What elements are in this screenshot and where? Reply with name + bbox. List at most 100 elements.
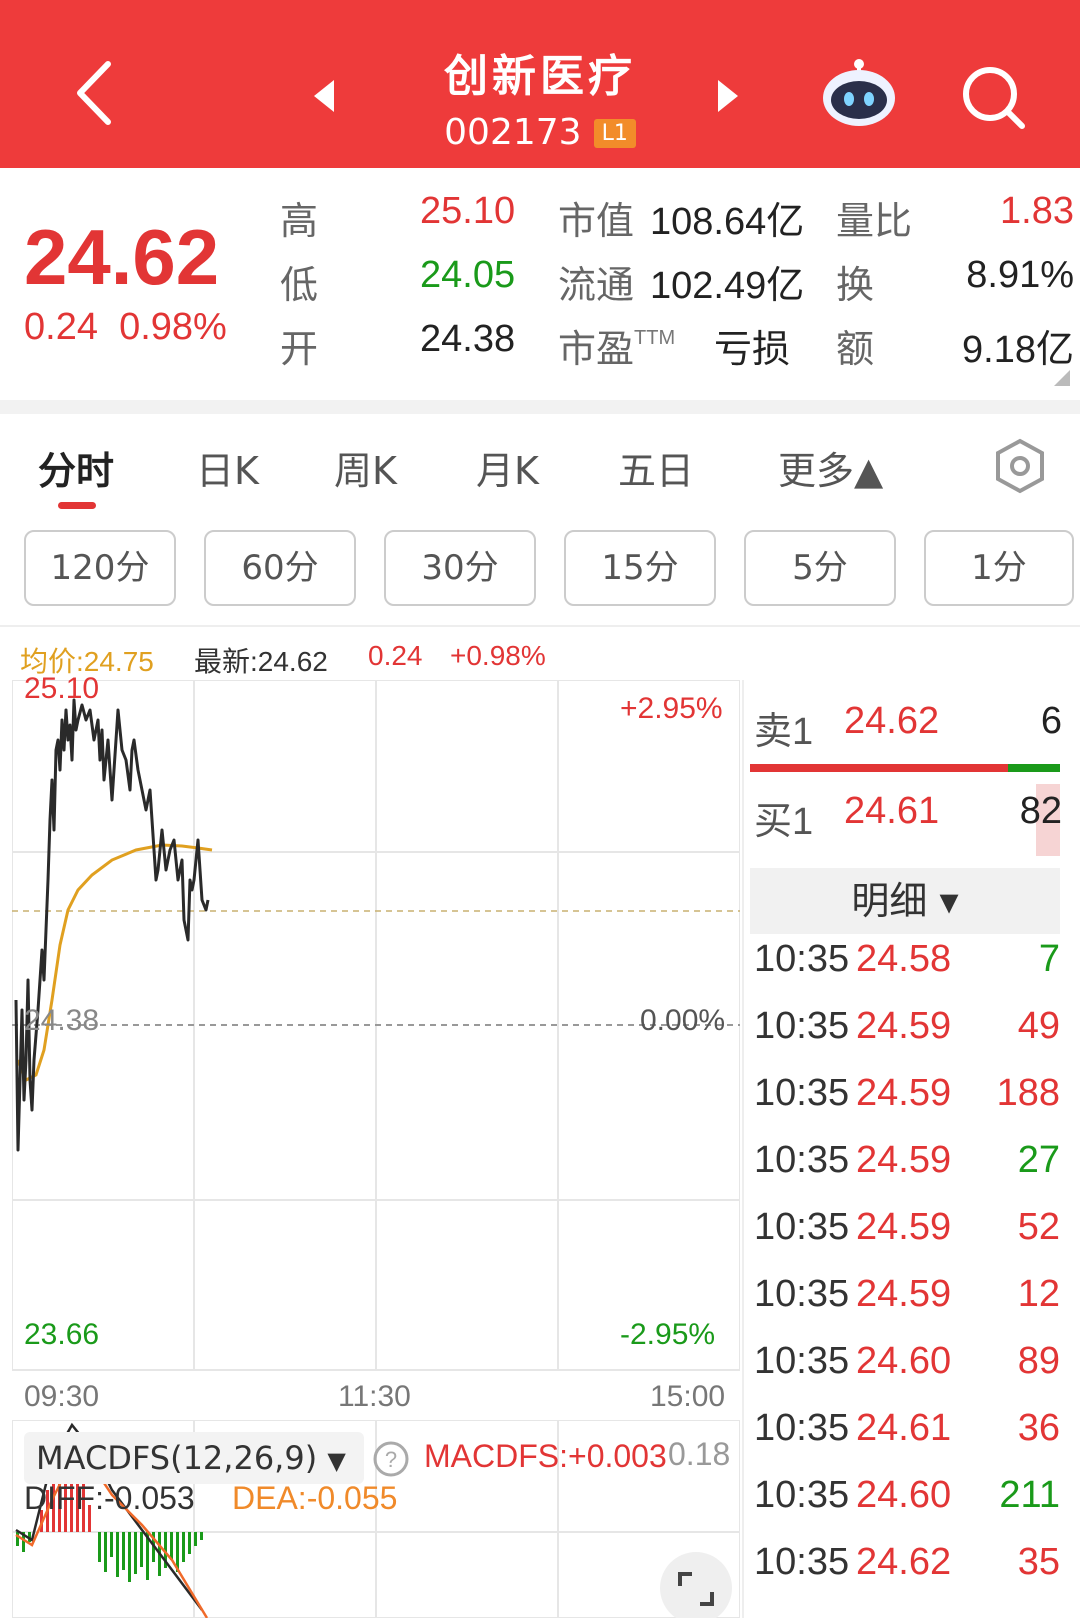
tab-weekly-k[interactable]: 周K — [334, 440, 397, 495]
mktcap-label: 市值 — [558, 201, 635, 243]
chart-high-label: 25.10 — [24, 672, 100, 705]
divider — [0, 400, 1080, 414]
macd-axis-top: 0.18 — [668, 1436, 731, 1472]
tab-intraday[interactable]: 分时 — [38, 440, 114, 495]
tick-row: 10:35 24.59 12 — [754, 1273, 1060, 1339]
high-label: 高 — [280, 201, 319, 243]
question-icon[interactable]: ? — [372, 1440, 410, 1478]
tick-price: 24.58 — [856, 938, 952, 980]
open-label: 开 — [280, 329, 319, 371]
settings-hexagon-icon[interactable] — [994, 438, 1046, 494]
macdfs-value: MACDFS:+0.003 — [424, 1438, 667, 1474]
sell1-volume: 6 — [1040, 700, 1062, 742]
time-label-open: 09:30 — [24, 1380, 100, 1413]
tick-price: 24.60 — [856, 1340, 952, 1382]
tick-row: 10:35 24.60 89 — [754, 1340, 1060, 1406]
mktcap-value: 108.64亿 — [650, 201, 805, 243]
chart-change-pct: +0.98% — [450, 640, 546, 671]
tick-time: 10:35 — [754, 1206, 850, 1248]
turnover-label: 换 — [836, 265, 875, 307]
fullscreen-button[interactable] — [660, 1552, 732, 1618]
expand-corner-icon[interactable] — [1054, 370, 1070, 386]
sell1-label: 卖1 — [754, 711, 814, 753]
tick-time: 10:35 — [754, 938, 850, 980]
macd-indicator-select[interactable]: MACDFS(12,26,9) ▼ — [24, 1432, 364, 1484]
chart-top-pct-label: +2.95% — [620, 692, 723, 725]
tick-row: 10:35 24.61 36 — [754, 1407, 1060, 1473]
pe-label-text: 市盈 — [558, 329, 635, 371]
open-value: 24.38 — [420, 318, 516, 360]
tick-volume: 211 — [999, 1474, 1060, 1516]
tick-volume: 27 — [1017, 1139, 1060, 1181]
price-change: 0.24 0.98% — [24, 306, 227, 349]
period-15min-button[interactable]: 15分 — [564, 530, 716, 606]
tick-row: 10:35 24.59 27 — [754, 1139, 1060, 1205]
tick-row: 10:35 24.58 7 — [754, 938, 1060, 1004]
divider — [742, 680, 744, 1618]
tick-time: 10:35 — [754, 1407, 850, 1449]
tick-price: 24.59 — [856, 1072, 952, 1114]
search-icon[interactable] — [960, 64, 1026, 130]
tick-volume: 7 — [1038, 938, 1060, 980]
detail-dropdown[interactable]: 明细 ▾ — [750, 868, 1060, 934]
active-tab-indicator — [58, 502, 96, 509]
low-label: 低 — [280, 265, 319, 307]
period-1min-button[interactable]: 1分 — [924, 530, 1074, 606]
tab-daily-k[interactable]: 日K — [196, 440, 259, 495]
tick-volume: 12 — [1017, 1273, 1060, 1315]
tick-time: 10:35 — [754, 1340, 850, 1382]
tick-row: 10:35 24.59 49 — [754, 1005, 1060, 1071]
period-5min-button[interactable]: 5分 — [744, 530, 896, 606]
change-value: 0.24 — [24, 306, 98, 348]
buy1-label: 买1 — [754, 801, 814, 843]
dea-value: DEA:-0.055 — [232, 1480, 398, 1516]
pe-ttm: TTM — [634, 327, 676, 349]
pe-value: 亏损 — [714, 329, 791, 371]
latest-price-label: 最新:24.62 — [194, 646, 328, 677]
tick-price: 24.59 — [856, 1139, 952, 1181]
tick-price: 24.59 — [856, 1005, 952, 1047]
tick-time: 10:35 — [754, 1072, 850, 1114]
chart-mid-pct-label: 0.00% — [640, 1004, 726, 1037]
period-60min-button[interactable]: 60分 — [204, 530, 356, 606]
expand-icon — [678, 1572, 714, 1606]
quote-panel: 24.62 0.24 0.98% 高 25.10 低 24.05 开 24.38… — [0, 168, 1080, 400]
chevron-down-icon: ▼ — [327, 1447, 346, 1475]
tick-time: 10:35 — [754, 1273, 850, 1315]
tab-more[interactable]: 更多▲ — [778, 440, 883, 495]
float-value: 102.49亿 — [650, 265, 805, 307]
high-value: 25.10 — [420, 190, 516, 232]
tick-price: 24.60 — [856, 1474, 952, 1516]
tick-time: 10:35 — [754, 1474, 850, 1516]
amount-label: 额 — [836, 329, 875, 371]
stock-code-row: 002173 L1 — [0, 112, 1080, 153]
volratio-label: 量比 — [836, 201, 913, 243]
pe-label: 市盈TTM — [558, 318, 675, 373]
volratio-value: 1.83 — [1000, 190, 1074, 232]
tick-time: 10:35 — [754, 1005, 850, 1047]
tab-five-day[interactable]: 五日 — [618, 440, 694, 495]
ask-ratio-fill — [1008, 764, 1060, 772]
header-bar: 创新医疗 002173 L1 — [0, 0, 1080, 168]
sell1-price: 24.62 — [844, 700, 940, 742]
diff-value: DIFF:-0.053 — [24, 1480, 195, 1516]
tick-volume: 89 — [1017, 1340, 1060, 1382]
float-label: 流通 — [558, 265, 635, 307]
buy1-volume: 82 — [1019, 790, 1062, 832]
chart-open-label: 24.38 — [24, 1004, 100, 1037]
tick-time: 10:35 — [754, 1541, 850, 1583]
svg-text:?: ? — [385, 1447, 397, 1472]
period-120min-button[interactable]: 120分 — [24, 530, 176, 606]
time-label-close: 15:00 — [650, 1380, 726, 1413]
intraday-chart[interactable] — [12, 680, 740, 1380]
tick-price: 24.59 — [856, 1273, 952, 1315]
macd-selector-label: MACDFS(12,26,9) — [36, 1439, 318, 1477]
turnover-value: 8.91% — [966, 254, 1074, 296]
chart-tabs: 分时 日K 周K 月K 五日 更多▲ — [0, 414, 1080, 514]
tab-monthly-k[interactable]: 月K — [476, 440, 539, 495]
tick-time: 10:35 — [754, 1139, 850, 1181]
period-30min-button[interactable]: 30分 — [384, 530, 536, 606]
next-stock-icon[interactable] — [714, 78, 742, 114]
robot-assistant-icon[interactable] — [818, 56, 900, 130]
stock-code: 002173 — [444, 112, 582, 153]
